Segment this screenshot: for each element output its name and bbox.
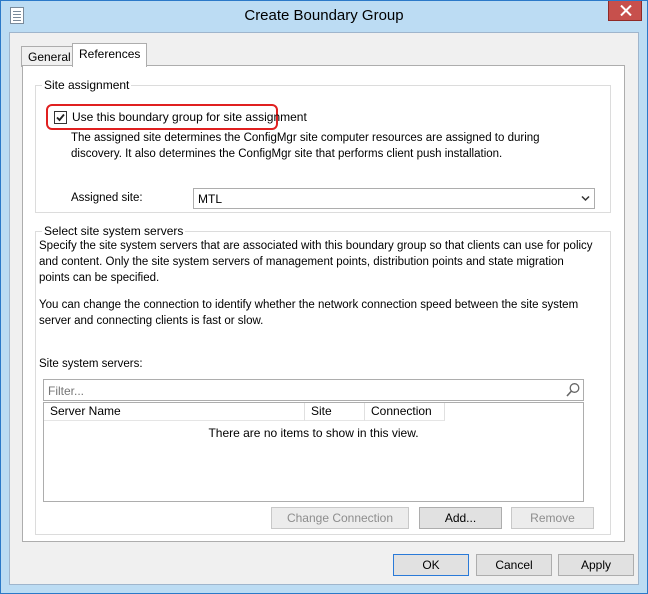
site-system-servers-label: Site system servers: — [39, 358, 143, 370]
site-assignment-group: Site assignment Use this boundary group … — [35, 78, 611, 213]
dialog-client-area: General References Site assignment Use t… — [9, 32, 639, 585]
cancel-button[interactable]: Cancel — [476, 554, 552, 576]
checkmark-icon — [56, 113, 65, 122]
remove-button[interactable]: Remove — [511, 507, 594, 529]
ok-button[interactable]: OK — [393, 554, 469, 576]
chevron-down-icon — [581, 195, 590, 202]
filter-input[interactable] — [46, 382, 560, 400]
assigned-site-dropdown[interactable]: MTL — [193, 188, 595, 209]
assigned-site-label: Assigned site: — [71, 192, 143, 204]
assigned-site-value: MTL — [198, 192, 222, 206]
site-assignment-highlight: Use this boundary group for site assignm… — [46, 104, 307, 130]
apply-button[interactable]: Apply — [558, 554, 634, 576]
close-button[interactable] — [608, 1, 642, 21]
column-header-connection[interactable]: Connection — [365, 403, 445, 421]
empty-list-message: There are no items to show in this view. — [208, 426, 419, 440]
dialog-window: Create Boundary Group General References… — [0, 0, 648, 594]
column-header-site[interactable]: Site — [305, 403, 365, 421]
site-assignment-group-title: Site assignment — [42, 78, 132, 92]
use-for-site-assignment-label[interactable]: Use this boundary group for site assignm… — [72, 110, 307, 124]
site-system-servers-group-title: Select site system servers — [42, 224, 186, 238]
column-header-server-name[interactable]: Server Name — [44, 403, 305, 421]
site-system-servers-description: Specify the site system servers that are… — [39, 240, 593, 284]
use-for-site-assignment-checkbox[interactable] — [54, 111, 67, 124]
site-assignment-description: The assigned site determines the ConfigM… — [71, 132, 540, 160]
add-button[interactable]: Add... — [419, 507, 502, 529]
tab-references[interactable]: References — [72, 43, 148, 67]
filter-box[interactable] — [43, 379, 584, 401]
tab-general[interactable]: General — [21, 46, 78, 67]
site-system-servers-group: Select site system servers Specify the s… — [35, 224, 611, 535]
site-system-servers-list[interactable]: Server Name Site Connection There are no… — [43, 402, 584, 502]
change-connection-button[interactable]: Change Connection — [271, 507, 409, 529]
close-icon — [620, 5, 632, 16]
references-tab-page: Site assignment Use this boundary group … — [22, 65, 625, 542]
title-bar[interactable]: Create Boundary Group — [1, 1, 647, 32]
connection-description: You can change the connection to identif… — [39, 299, 579, 327]
window-title: Create Boundary Group — [244, 7, 404, 24]
search-icon[interactable] — [565, 382, 581, 398]
